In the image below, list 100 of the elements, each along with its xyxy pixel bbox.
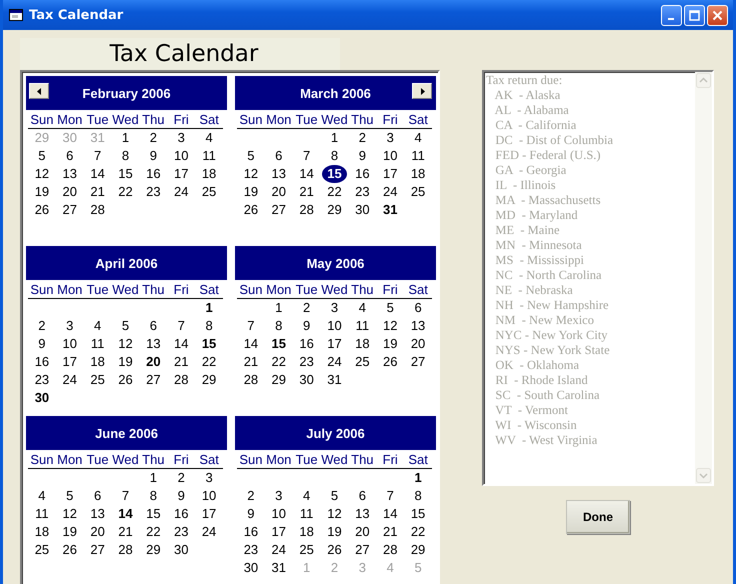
day-cell[interactable]: 11	[409, 147, 427, 165]
day-cell[interactable]: 8	[412, 487, 424, 505]
next-month-button[interactable]	[412, 83, 432, 99]
day-cell[interactable]: 18	[32, 523, 52, 541]
day-cell[interactable]: 20	[270, 183, 288, 201]
day-cell[interactable]: 2	[36, 317, 48, 335]
day-cell[interactable]: 15	[200, 335, 218, 353]
day-cell[interactable]: 28	[172, 371, 190, 389]
previous-month-button[interactable]	[29, 83, 49, 99]
day-cell[interactable]: 19	[242, 183, 260, 201]
day-cell[interactable]: 14	[242, 335, 260, 353]
day-cell[interactable]: 30	[172, 541, 190, 559]
day-cell[interactable]: 20	[60, 183, 79, 201]
day-cell[interactable]: 23	[297, 353, 316, 371]
day-cell[interactable]: 18	[200, 165, 218, 183]
day-cell[interactable]: 11	[298, 505, 316, 523]
day-cell[interactable]: 13	[408, 317, 428, 335]
day-cell[interactable]: 7	[245, 317, 257, 335]
day-cell[interactable]: 12	[32, 165, 52, 183]
day-cell[interactable]: 12	[380, 317, 400, 335]
day-cell[interactable]: 4	[36, 487, 48, 505]
day-cell[interactable]: 21	[380, 523, 400, 541]
day-cell[interactable]: 28	[116, 541, 135, 559]
day-cell[interactable]: 5	[384, 299, 396, 317]
day-cell[interactable]: 22	[325, 183, 344, 201]
day-cell[interactable]: 30	[32, 389, 52, 407]
day-cell[interactable]: 16	[297, 335, 316, 353]
day-cell[interactable]: 18	[408, 165, 428, 183]
day-cell[interactable]: 9	[356, 147, 368, 165]
day-cell[interactable]: 3	[328, 299, 340, 317]
day-cell[interactable]: 15	[408, 505, 428, 523]
day-cell[interactable]: 14	[297, 165, 316, 183]
day-cell[interactable]: 18	[88, 353, 107, 371]
day-cell[interactable]: 11	[354, 317, 372, 335]
day-cell[interactable]: 3	[203, 469, 215, 487]
day-cell[interactable]: 18	[353, 335, 372, 353]
day-cell[interactable]: 22	[144, 523, 163, 541]
day-cell[interactable]: 9	[36, 335, 48, 353]
day-cell[interactable]: 3	[64, 317, 76, 335]
day-cell[interactable]: 16	[242, 523, 260, 541]
day-cell[interactable]: 1	[273, 299, 284, 317]
day-cell[interactable]: 27	[270, 201, 288, 219]
day-cell[interactable]: 21	[116, 523, 135, 541]
day-cell[interactable]: 25	[88, 371, 107, 389]
minimize-button[interactable]	[661, 4, 682, 26]
day-cell[interactable]: 8	[120, 147, 132, 165]
day-cell[interactable]: 6	[273, 147, 284, 165]
day-cell[interactable]: 31	[325, 371, 344, 389]
day-cell[interactable]: 14	[172, 335, 190, 353]
day-cell[interactable]: 19	[325, 523, 344, 541]
day-cell[interactable]: 25	[297, 541, 316, 559]
day-cell[interactable]: 23	[353, 183, 372, 201]
day-cell[interactable]: 23	[32, 371, 52, 389]
day-cell[interactable]: 24	[172, 183, 190, 201]
day-cell[interactable]: 24	[60, 371, 79, 389]
day-cell[interactable]: 27	[144, 371, 163, 389]
day-cell[interactable]: 7	[384, 487, 396, 505]
day-cell[interactable]: 7	[176, 317, 187, 335]
day-cell[interactable]: 11	[33, 505, 51, 523]
day-cell[interactable]: 9	[301, 317, 312, 335]
day-cell[interactable]: 1	[148, 469, 159, 487]
day-cell[interactable]: 13	[270, 165, 288, 183]
day-cell[interactable]: 12	[116, 335, 135, 353]
day-cell[interactable]: 25	[353, 353, 372, 371]
day-cell[interactable]: 24	[270, 541, 288, 559]
day-cell[interactable]: 5	[328, 487, 340, 505]
day-cell[interactable]: 16	[172, 505, 190, 523]
day-cell[interactable]: 29	[270, 371, 288, 389]
day-cell[interactable]: 14	[380, 505, 400, 523]
day-cell[interactable]: 16	[353, 165, 372, 183]
day-cell[interactable]: 4	[92, 317, 104, 335]
day-cell[interactable]: 23	[242, 541, 260, 559]
day-cell[interactable]: 1	[203, 299, 215, 317]
day-cell[interactable]: 27	[353, 541, 372, 559]
day-cell[interactable]: 14	[116, 505, 135, 523]
day-cell[interactable]: 17	[200, 505, 218, 523]
day-cell[interactable]: 27	[408, 353, 428, 371]
day-cell[interactable]: 6	[356, 487, 368, 505]
day-cell[interactable]: 30	[242, 559, 260, 577]
day-cell[interactable]: 20	[88, 523, 107, 541]
day-cell[interactable]: 26	[380, 353, 400, 371]
day-cell[interactable]: 20	[144, 353, 163, 371]
day-cell[interactable]: 28	[380, 541, 400, 559]
day-cell[interactable]: 23	[172, 523, 190, 541]
day-cell[interactable]: 10	[325, 317, 344, 335]
done-button[interactable]: Done	[566, 500, 630, 534]
day-cell[interactable]: 9	[176, 487, 187, 505]
day-cell[interactable]: 21	[297, 183, 316, 201]
day-cell[interactable]: 21	[242, 353, 260, 371]
day-cell[interactable]: 6	[148, 317, 159, 335]
day-cell[interactable]: 7	[92, 147, 104, 165]
day-cell[interactable]: 5	[36, 147, 48, 165]
day-cell[interactable]: 29	[408, 541, 428, 559]
day-cell[interactable]: 19	[380, 335, 400, 353]
day-cell[interactable]: 26	[32, 201, 52, 219]
day-cell[interactable]: 26	[242, 201, 260, 219]
day-cell[interactable]: 19	[116, 353, 135, 371]
day-cell[interactable]: 22	[200, 353, 218, 371]
day-cell[interactable]: 1	[328, 129, 340, 147]
day-cell[interactable]: 1	[412, 469, 424, 487]
